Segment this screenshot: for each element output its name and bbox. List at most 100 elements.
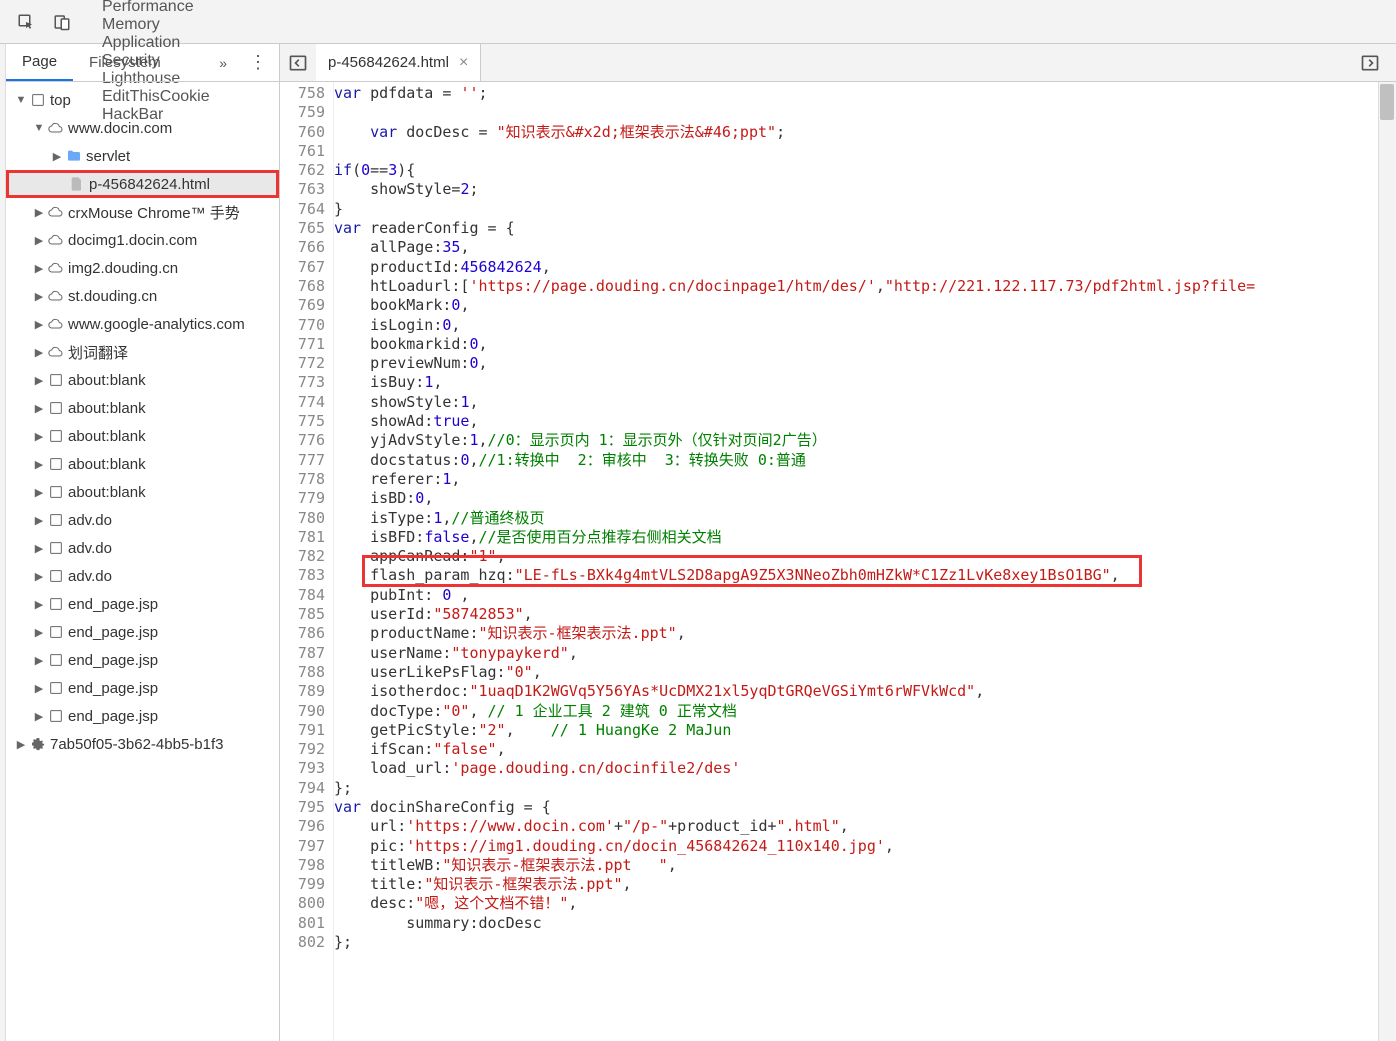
toggle-device-icon[interactable] <box>48 8 76 36</box>
chevron-icon[interactable]: ▶ <box>32 234 46 247</box>
code-line[interactable]: isBD:0, <box>334 489 1396 508</box>
tree-item[interactable]: ▼www.docin.com <box>6 114 279 142</box>
chevron-icon[interactable]: ▶ <box>32 206 46 219</box>
code-line[interactable]: showStyle:1, <box>334 393 1396 412</box>
code-line[interactable]: load_url:'page.douding.cn/docinfile2/des… <box>334 759 1396 778</box>
code-line[interactable]: htLoadurl:['https://page.douding.cn/doci… <box>334 277 1396 296</box>
chevron-icon[interactable]: ▶ <box>32 710 46 723</box>
tree-item[interactable]: ▶end_page.jsp <box>6 702 279 730</box>
sidebar-tab-filesystem[interactable]: Filesystem <box>73 44 177 81</box>
code-line[interactable]: bookMark:0, <box>334 296 1396 315</box>
tree-item[interactable]: ▶end_page.jsp <box>6 646 279 674</box>
chevron-icon[interactable]: ▶ <box>32 542 46 555</box>
code-line[interactable]: if(0==3){ <box>334 161 1396 180</box>
code-line[interactable]: var readerConfig = { <box>334 219 1396 238</box>
tree-item[interactable]: ▶crxMouse Chrome™ 手势 <box>6 198 279 226</box>
chevron-icon[interactable]: ▶ <box>32 598 46 611</box>
code-line[interactable]: docType:"0", // 1 企业工具 2 建筑 0 正常文档 <box>334 702 1396 721</box>
tree-item[interactable]: ▶about:blank <box>6 394 279 422</box>
code-line[interactable]: titleWB:"知识表示-框架表示法.ppt ", <box>334 856 1396 875</box>
tree-item[interactable]: ▶adv.do <box>6 562 279 590</box>
code-line[interactable]: showAd:true, <box>334 412 1396 431</box>
chevron-icon[interactable]: ▶ <box>32 682 46 695</box>
tree-item[interactable]: ▶www.google-analytics.com <box>6 310 279 338</box>
file-tab[interactable]: p-456842624.html × <box>316 44 481 81</box>
sidebar-tabs-more-icon[interactable]: » <box>209 55 237 71</box>
code-line[interactable]: productId:456842624, <box>334 258 1396 277</box>
code-line[interactable]: yjAdvStyle:1,//0：显示页内 1：显示页外（仅针对页间2广告） <box>334 431 1396 450</box>
code-line[interactable]: isotherdoc:"1uaqD1K2WGVq5Y56YAs*UcDMX21x… <box>334 682 1396 701</box>
chevron-icon[interactable]: ▶ <box>32 514 46 527</box>
vertical-scrollbar[interactable] <box>1378 82 1396 1041</box>
scrollbar-thumb[interactable] <box>1380 84 1394 120</box>
code-line[interactable]: getPicStyle:"2", // 1 HuangKe 2 MaJun <box>334 721 1396 740</box>
code-line[interactable]: var docinShareConfig = { <box>334 798 1396 817</box>
code-line[interactable]: }; <box>334 779 1396 798</box>
chevron-icon[interactable]: ▶ <box>32 290 46 303</box>
tree-item[interactable]: ▶adv.do <box>6 506 279 534</box>
tree-item[interactable]: ▶docimg1.docin.com <box>6 226 279 254</box>
code-line[interactable]: desc:"嗯，这个文档不错！", <box>334 894 1396 913</box>
code-line[interactable]: bookmarkid:0, <box>334 335 1396 354</box>
tree-item[interactable]: ▶end_page.jsp <box>6 618 279 646</box>
code-line[interactable]: var docDesc = "知识表示&#x2d;框架表示法&#46;ppt"; <box>334 123 1396 142</box>
chevron-icon[interactable]: ▼ <box>32 122 46 134</box>
chevron-icon[interactable]: ▶ <box>32 374 46 387</box>
code-line[interactable]: appCanRead:"1", <box>334 547 1396 566</box>
tree-item[interactable]: ▶end_page.jsp <box>6 674 279 702</box>
chevron-icon[interactable]: ▶ <box>32 486 46 499</box>
code-line[interactable]: showStyle=2; <box>334 180 1396 199</box>
code-line[interactable]: } <box>334 200 1396 219</box>
inspect-element-icon[interactable] <box>12 8 40 36</box>
chevron-icon[interactable]: ▶ <box>32 262 46 275</box>
tab-memory[interactable]: Memory <box>84 16 228 34</box>
sidebar-tab-page[interactable]: Page <box>6 44 73 81</box>
tree-item[interactable]: ▶about:blank <box>6 450 279 478</box>
chevron-icon[interactable]: ▼ <box>14 94 28 106</box>
code-line[interactable]: var pdfdata = ''; <box>334 84 1396 103</box>
code-line[interactable]: ifScan:"false", <box>334 740 1396 759</box>
tree-item[interactable]: ▼top <box>6 86 279 114</box>
chevron-icon[interactable]: ▶ <box>50 150 64 163</box>
chevron-icon[interactable]: ▶ <box>32 402 46 415</box>
tree-item[interactable]: ▶adv.do <box>6 534 279 562</box>
code-line[interactable]: pic:'https://img1.douding.cn/docin_45684… <box>334 837 1396 856</box>
chevron-icon[interactable]: ▶ <box>14 738 28 751</box>
code-line[interactable]: isBFD:false,//是否使用百分点推荐右侧相关文档 <box>334 528 1396 547</box>
code-line[interactable]: summary:docDesc <box>334 914 1396 933</box>
tab-performance[interactable]: Performance <box>84 0 228 16</box>
chevron-icon[interactable]: ▶ <box>32 318 46 331</box>
chevron-icon[interactable]: ▶ <box>32 458 46 471</box>
code-line[interactable]: userLikePsFlag:"0", <box>334 663 1396 682</box>
tree-item[interactable]: ▶servlet <box>6 142 279 170</box>
tree-item[interactable]: ▶7ab50f05-3b62-4bb5-b1f3 <box>6 730 279 758</box>
tree-item[interactable]: ▶st.douding.cn <box>6 282 279 310</box>
code-line[interactable]: isLogin:0, <box>334 316 1396 335</box>
code-line[interactable]: referer:1, <box>334 470 1396 489</box>
tree-item[interactable]: ▶划词翻译 <box>6 338 279 366</box>
code-editor[interactable]: 7587597607617627637647657667677687697707… <box>280 82 1396 1041</box>
code-line[interactable] <box>334 142 1396 161</box>
chevron-icon[interactable]: ▶ <box>32 570 46 583</box>
sidebar-kebab-icon[interactable]: ⋮ <box>237 52 279 73</box>
tree-item[interactable]: ▶about:blank <box>6 478 279 506</box>
code-line[interactable]: docstatus:0,//1:转换中 2：审核中 3：转换失败 0:普通 <box>334 451 1396 470</box>
code-line[interactable] <box>334 103 1396 122</box>
code-content[interactable]: var pdfdata = ''; var docDesc = "知识表示&#x… <box>334 82 1396 1041</box>
close-icon[interactable]: × <box>459 54 468 72</box>
chevron-icon[interactable]: ▶ <box>32 430 46 443</box>
tree-item[interactable]: ▶img2.douding.cn <box>6 254 279 282</box>
code-line[interactable]: userName:"tonypaykerd", <box>334 644 1396 663</box>
file-tree[interactable]: ▼top▼www.docin.com▶servletp-456842624.ht… <box>6 82 279 1041</box>
editor-nav-back-icon[interactable] <box>284 49 312 77</box>
code-line[interactable]: isBuy:1, <box>334 373 1396 392</box>
code-line[interactable]: userId:"58742853", <box>334 605 1396 624</box>
code-line[interactable]: flash_param_hzq:"LE-fLs-BXk4g4mtVLS2D8ap… <box>334 566 1396 585</box>
tree-item[interactable]: ▶end_page.jsp <box>6 590 279 618</box>
code-line[interactable]: pubInt: 0 , <box>334 586 1396 605</box>
code-line[interactable]: title:"知识表示-框架表示法.ppt", <box>334 875 1396 894</box>
editor-nav-forward-icon[interactable] <box>1356 49 1384 77</box>
chevron-icon[interactable]: ▶ <box>32 626 46 639</box>
code-line[interactable]: productName:"知识表示-框架表示法.ppt", <box>334 624 1396 643</box>
code-line[interactable]: allPage:35, <box>334 238 1396 257</box>
